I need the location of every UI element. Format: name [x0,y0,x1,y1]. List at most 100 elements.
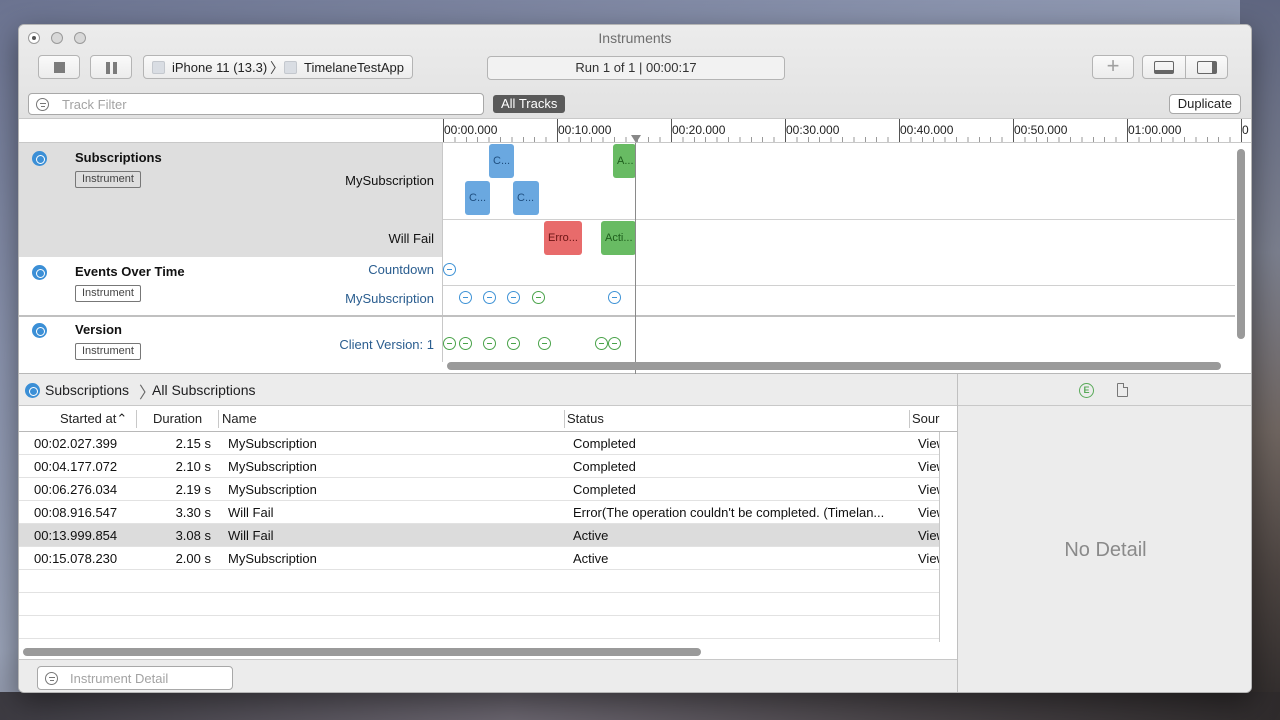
instrument-badge: Instrument [75,171,141,188]
event-marker[interactable] [608,337,621,350]
lane-label: MySubscription [345,173,434,188]
event-marker[interactable] [507,337,520,350]
column-name[interactable]: Name [222,411,257,426]
table-row-empty [19,616,939,639]
table-row[interactable]: 00:06.276.034 2.19 s MySubscription Comp… [19,478,939,501]
breadcrumb-root[interactable]: Subscriptions [45,382,129,398]
add-icon: + [1106,53,1120,78]
interval-completed[interactable]: C... [489,144,514,178]
instrument-detail-input[interactable] [70,670,225,686]
event-marker[interactable] [443,337,456,350]
target-app-name: TimelaneTestApp [304,60,404,75]
table-row-selected[interactable]: 00:13.999.854 3.08 s Will Fail Active Vi… [19,524,939,547]
table-row[interactable]: 00:04.177.072 2.10 s MySubscription Comp… [19,455,939,478]
event-marker[interactable] [608,291,621,304]
instrument-track-version[interactable]: Version Instrument Client Version: 1 [19,317,1235,362]
pin-icon [32,265,47,280]
document-icon[interactable] [1117,383,1128,397]
table-row-empty [19,570,939,593]
current-time-line [635,143,636,374]
timeline: 00:00.000 00:10.000 00:20.000 00:30.000 … [19,119,1251,374]
event-marker[interactable] [532,291,545,304]
lane-label: Countdown [368,262,434,277]
event-marker[interactable] [443,263,456,276]
lane-label: MySubscription [345,291,434,306]
event-marker[interactable] [507,291,520,304]
instrument-track-subscriptions[interactable]: Subscriptions Instrument MySubscription … [19,143,1235,257]
ruler-tick: 00:10.000 [558,123,614,137]
instrument-detail-filter [37,666,233,690]
app-icon [284,61,297,74]
table-header: Started at⌃ Duration Name Status Sour [19,406,957,432]
instrument-track-events-over-time[interactable]: Events Over Time Instrument Countdown My… [19,257,1235,316]
right-panel-icon[interactable] [1197,61,1217,74]
title-toolbar: Instruments iPhone 11 (13.3) 〉 TimelaneT… [19,25,1251,119]
event-marker[interactable] [595,337,608,350]
stop-recording-button[interactable] [38,55,80,79]
detail-panel: Subscriptions 〉 All Subscriptions Starte… [19,374,1251,692]
column-status[interactable]: Status [567,411,604,426]
track-filter-row: All Tracks Duplicate [19,89,1251,119]
extended-detail-icon[interactable]: E [1079,383,1094,398]
interval-active[interactable]: A... [613,144,636,178]
no-detail-label: No Detail [1064,539,1147,561]
track-filter-field [28,93,484,115]
ruler-tick: 0 [1242,123,1251,137]
lane-label: Will Fail [388,231,435,246]
run-status[interactable]: Run 1 of 1 | 00:00:17 [487,56,785,80]
interval-error[interactable]: Erro... [544,221,582,255]
column-started-at[interactable]: Started at⌃ [60,411,127,427]
table-horizontal-scrollbar[interactable] [23,648,701,656]
ruler-tick: 00:00.000 [444,123,500,137]
event-marker[interactable] [483,291,496,304]
subscriptions-graph: C... A... C... C... Erro... Acti... [443,143,1235,257]
table-row[interactable]: 00:15.078.230 2.00 s MySubscription Acti… [19,547,939,570]
filter-icon [36,98,49,111]
filter-icon [45,672,58,685]
subscriptions-table: 00:02.027.399 2.15 s MySubscription Comp… [19,432,939,642]
column-source[interactable]: Sour [912,411,939,426]
target-device-selector[interactable]: iPhone 11 (13.3) 〉 TimelaneTestApp [143,55,413,79]
timeline-vertical-scrollbar[interactable] [1237,149,1245,339]
event-marker[interactable] [538,337,551,350]
events-graph [443,257,1235,316]
event-marker[interactable] [459,291,472,304]
ruler-tick: 00:40.000 [900,123,956,137]
signpost-icon [32,323,47,338]
pause-icon [106,62,110,74]
time-ruler[interactable]: 00:00.000 00:10.000 00:20.000 00:30.000 … [443,119,1251,143]
all-tracks-button[interactable]: All Tracks [493,95,566,113]
lane-label: Client Version: 1 [339,337,434,352]
timeline-horizontal-scrollbar[interactable] [447,362,1221,370]
track-filter-input[interactable] [62,96,462,112]
instrument-name: Subscriptions [75,150,162,165]
ruler-tick: 00:50.000 [1014,123,1070,137]
duplicate-button[interactable]: Duplicate [1168,94,1241,114]
interval-completed[interactable]: C... [513,181,539,215]
table-row[interactable]: 00:08.916.547 3.30 s Will Fail Error(The… [19,501,939,524]
breadcrumb-child[interactable]: All Subscriptions [152,382,256,398]
breadcrumb: Subscriptions 〉 All Subscriptions [19,374,957,406]
device-icon [152,61,165,74]
instrument-badge: Instrument [75,285,141,302]
detail-filter-bar [19,659,957,692]
add-instrument-button[interactable]: + [1092,55,1134,79]
interval-completed[interactable]: C... [465,181,490,215]
inspector-panel: E No Detail [957,374,1251,692]
stop-icon [54,62,65,73]
table-row[interactable]: 00:02.027.399 2.15 s MySubscription Comp… [19,432,939,455]
version-graph [443,317,1235,362]
panel-toggle-segmented [1142,55,1228,79]
instrument-name: Version [75,322,122,337]
event-marker[interactable] [459,337,472,350]
column-duration[interactable]: Duration [153,411,202,426]
table-row-empty [19,593,939,616]
chevron-right-icon: 〉 [270,60,284,76]
event-marker[interactable] [483,337,496,350]
instrument-icon [32,151,47,166]
interval-active[interactable]: Acti... [601,221,636,255]
instruments-window: Instruments iPhone 11 (13.3) 〉 TimelaneT… [18,24,1252,693]
ruler-tick: 00:30.000 [786,123,842,137]
pause-recording-button[interactable] [90,55,132,79]
bottom-panel-icon[interactable] [1154,61,1174,74]
